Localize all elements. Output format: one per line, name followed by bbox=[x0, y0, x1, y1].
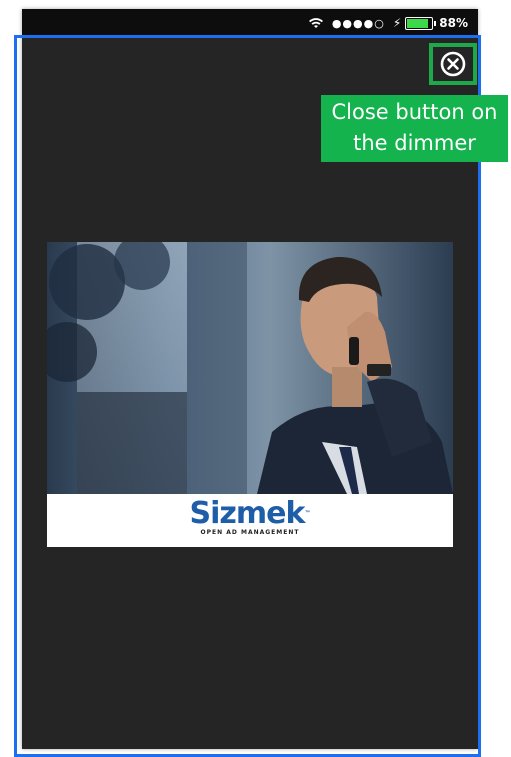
status-bar: ●●●●○ ⚡ 88% bbox=[22, 9, 478, 37]
sizmek-logo: Sizmek™ bbox=[47, 498, 453, 530]
ad-banner[interactable]: Sizmek™ OPEN AD MANAGEMENT bbox=[47, 242, 453, 547]
battery-percent: 88% bbox=[439, 16, 468, 30]
wifi-icon bbox=[308, 17, 324, 29]
close-circle-icon bbox=[440, 51, 466, 77]
close-button[interactable] bbox=[429, 43, 477, 85]
charging-icon: ⚡ bbox=[392, 16, 402, 30]
close-button-callout: Close button on the dimmer bbox=[321, 95, 508, 162]
brand-name: Sizmek bbox=[189, 496, 306, 531]
callout-line-2: the dimmer bbox=[353, 131, 476, 155]
brand-tagline: OPEN AD MANAGEMENT bbox=[200, 529, 300, 536]
callout-line-1: Close button on bbox=[331, 100, 498, 124]
battery-icon bbox=[405, 16, 437, 30]
ad-logo-area: Sizmek™ OPEN AD MANAGEMENT bbox=[47, 494, 453, 547]
ad-photo bbox=[47, 242, 453, 494]
brand-trademark: ™ bbox=[304, 510, 311, 517]
cellular-signal-icon: ●●●●○ bbox=[331, 16, 385, 30]
